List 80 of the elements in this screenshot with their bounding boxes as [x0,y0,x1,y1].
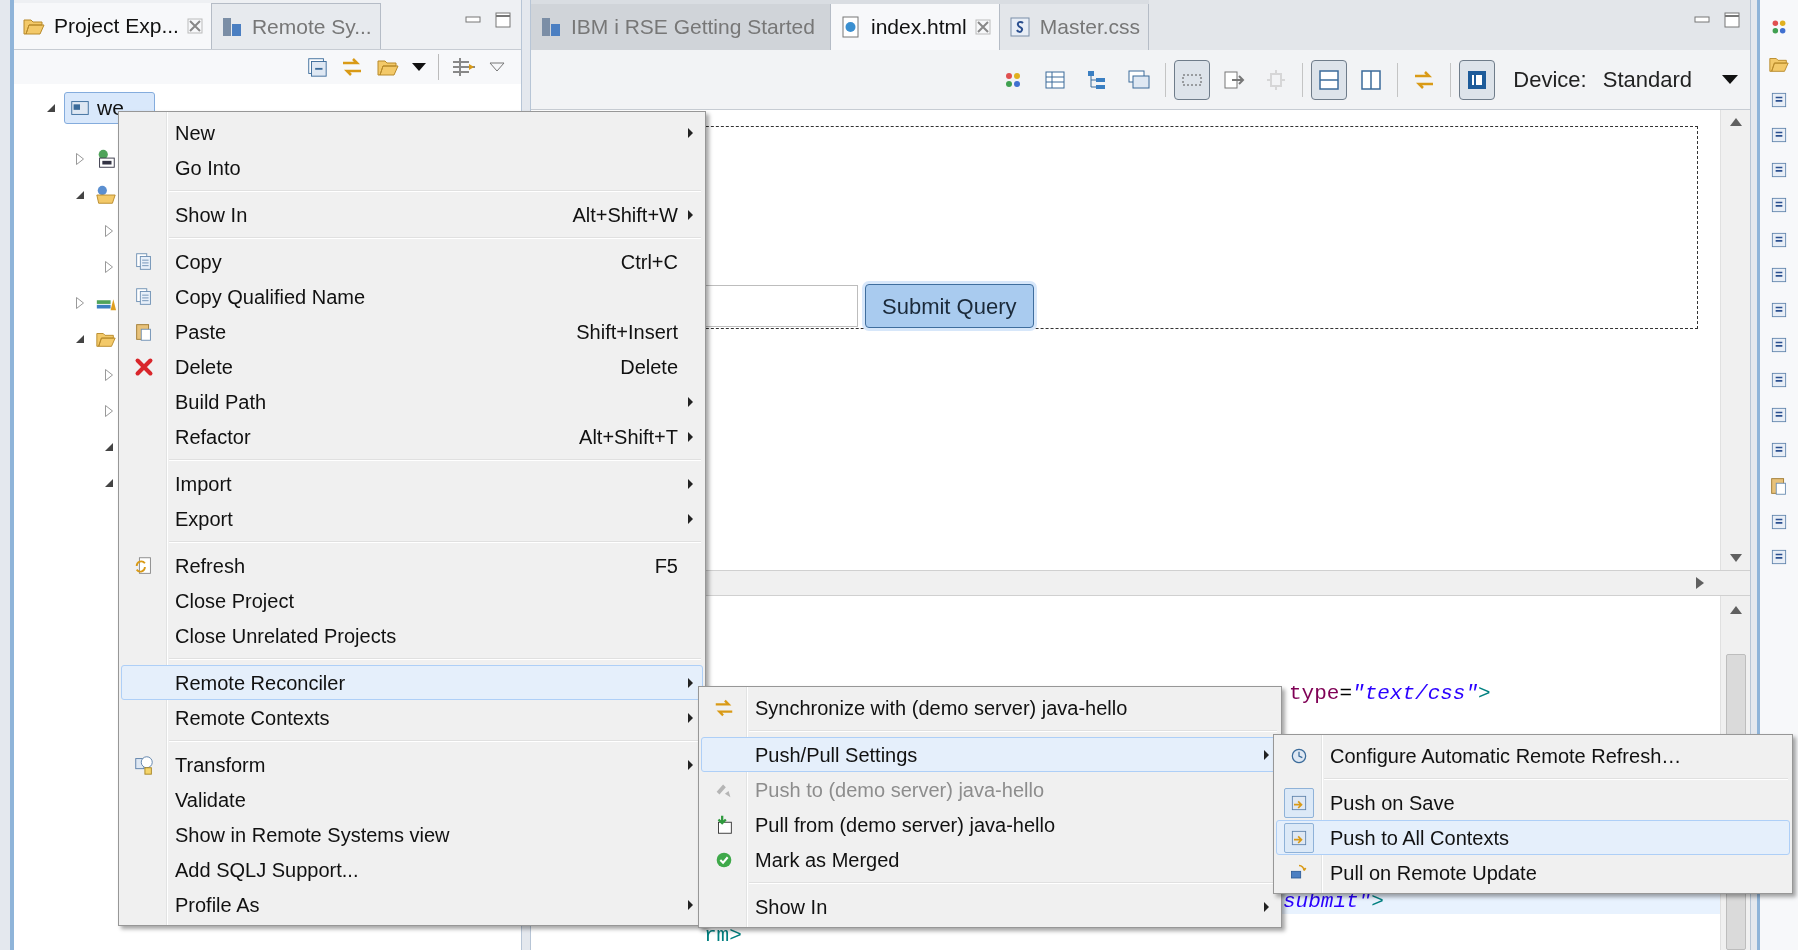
menu-item[interactable]: Export [121,501,703,536]
toolbar-button[interactable] [1174,59,1211,100]
maximize-icon[interactable] [1724,12,1740,28]
collapsed-arrow-icon[interactable] [75,296,85,310]
tool-icon [1769,125,1789,145]
collapse-all-icon[interactable] [306,56,328,78]
view-tab[interactable]: Project Exp... [14,3,212,49]
transform-icon [133,753,155,776]
menu-item[interactable]: Refactor Alt+Shift+T [121,419,703,454]
menu-item[interactable]: Configure Automatic Remote Refresh… [1276,738,1790,773]
scroll-down-icon[interactable] [1729,554,1742,562]
collapsed-arrow-icon[interactable] [104,224,114,238]
collapsed-arrow-icon[interactable] [104,404,114,418]
menu-item[interactable]: Close Unrelated Projects [121,618,703,653]
minimize-icon[interactable] [465,15,481,25]
toolbar-button[interactable] [1459,59,1496,100]
css-file-icon [1007,15,1032,39]
view-menu-icon[interactable] [489,62,505,72]
menu-item[interactable]: Show In Alt+Shift+W [121,197,703,232]
menu-item[interactable]: Remote Reconciler [121,665,703,700]
tool-icon [1769,160,1789,180]
menu-item[interactable]: Pull on Remote Update [1276,855,1790,890]
folder-icon [95,184,117,206]
tool-icon [1769,405,1789,425]
tool-icon [1769,335,1789,355]
collapsed-arrow-icon[interactable] [104,368,114,382]
toolbar-button[interactable] [1311,59,1348,100]
editor-tab[interactable]: Master.css [999,4,1150,50]
vertical-scrollbar[interactable] [1720,110,1750,570]
scroll-right-icon[interactable] [1696,577,1704,589]
menu-item[interactable]: Copy Qualified Name [121,279,703,314]
delete-icon [133,355,155,378]
tool-icon [1769,512,1789,532]
tool-icon [1769,547,1789,567]
expanded-arrow-icon[interactable] [104,478,114,488]
close-icon[interactable] [974,19,991,35]
split-horizontal-icon [1317,67,1342,92]
view-tab[interactable]: Remote Sy... [211,3,381,49]
dropdown-caret-icon[interactable] [412,63,426,71]
expanded-arrow-icon[interactable] [75,190,85,200]
menu-item[interactable]: Import [121,466,703,501]
tool-icon [1769,370,1789,390]
filter-icon[interactable] [451,55,477,79]
device-dropdown[interactable]: Standard [1592,63,1738,96]
menu-item[interactable]: Refresh F5 [121,548,703,583]
menu-item[interactable]: Build Path [121,384,703,419]
expanded-arrow-icon[interactable] [46,103,56,113]
tool-icon [1769,265,1789,285]
expanded-arrow-icon[interactable] [104,442,114,452]
code-line: type="text/css"> [1289,681,1491,707]
editor-tab[interactable]: index.html [831,4,1000,50]
tool-icon [1769,440,1789,460]
menu-item[interactable]: Delete Delete [121,349,703,384]
menu-item[interactable]: Push on Save [1276,785,1790,820]
scroll-up-icon[interactable] [1729,606,1742,614]
minimize-icon[interactable] [1694,15,1710,25]
split-vertical-icon [1359,67,1384,92]
menu-item[interactable]: Close Project [121,583,703,618]
server-icon [539,15,563,39]
tool-icon [1769,230,1789,250]
dropdown-caret-icon [1722,75,1738,84]
maximize-icon[interactable] [495,12,511,28]
close-icon[interactable] [186,18,203,34]
device-label: Device: [1513,66,1587,94]
collapsed-arrow-icon[interactable] [75,152,85,166]
scroll-up-icon[interactable] [1729,118,1742,126]
menu-item[interactable]: Synchronize with (demo server) java-hello [701,690,1279,725]
tool-icon [1769,300,1789,320]
expanded-arrow-icon[interactable] [75,334,85,344]
submit-button[interactable]: Submit Query [865,284,1034,328]
menu-item[interactable]: Push to All Contexts [1276,820,1790,855]
collapsed-arrow-icon[interactable] [104,260,114,274]
menu-item[interactable]: Show In [701,889,1279,924]
menu-item[interactable]: Copy Ctrl+C [121,244,703,279]
menu-item[interactable]: Paste Shift+Insert [121,314,703,349]
tool-icon [1769,90,1789,110]
code-line: rm> [704,923,742,949]
menu-item[interactable]: Go Into [121,150,703,185]
tool-icon [1769,195,1789,215]
windows-icon [1127,67,1152,92]
